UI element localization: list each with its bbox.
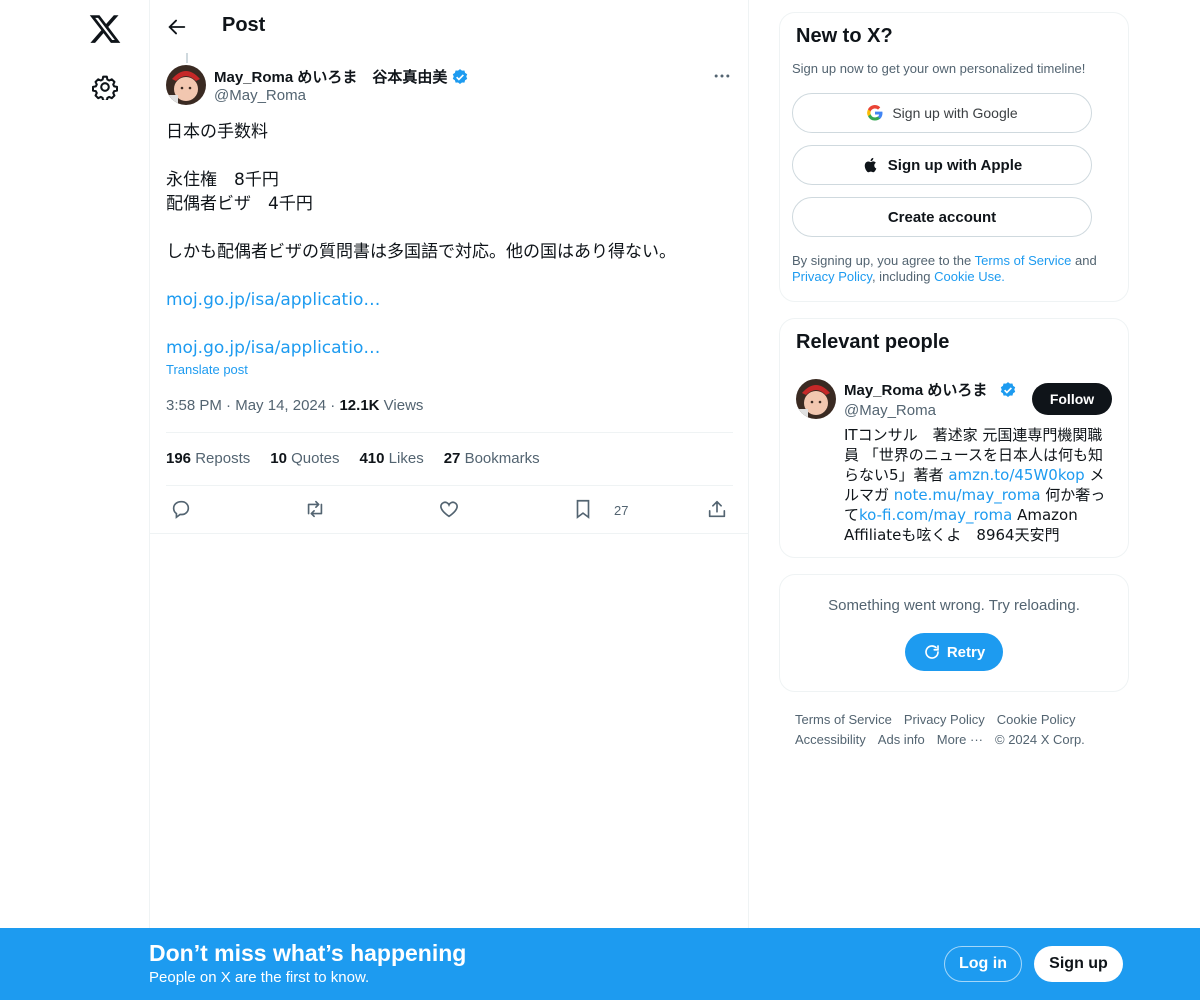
bio-link-note[interactable]: note.mu/may_roma (894, 486, 1041, 504)
likes-stat[interactable]: 410 Likes (359, 450, 423, 467)
post-line: しかも配偶者ビザの質問書は多国語で対応。他の国はあり得ない。 (166, 242, 676, 262)
relevant-people-card: Relevant people May_Roma めいろま @May_Roma … (779, 318, 1129, 558)
footer-terms[interactable]: Terms of Service (795, 710, 892, 730)
arrow-left-icon[interactable] (166, 16, 188, 38)
like-icon[interactable] (438, 498, 460, 520)
error-card: Something went wrong. Try reloading. Ret… (779, 574, 1129, 692)
footer-accessibility[interactable]: Accessibility (795, 730, 866, 750)
google-icon (867, 105, 883, 121)
privacy-link[interactable]: Privacy Policy (792, 269, 872, 284)
verified-badge-icon (1001, 381, 1016, 397)
reply-icon[interactable] (170, 498, 192, 520)
signup-card: New to X? Sign up now to get your own pe… (779, 12, 1129, 302)
divider (166, 485, 733, 486)
signup-title: New to X? (796, 25, 893, 47)
terms-link[interactable]: Terms of Service (975, 253, 1072, 268)
author-avatar[interactable] (166, 65, 206, 105)
banner-subtitle: People on X are the first to know. (149, 969, 370, 986)
create-account-button[interactable]: Create account (792, 197, 1092, 237)
relevant-people-title: Relevant people (796, 331, 950, 353)
thread-line (186, 53, 188, 63)
avatar[interactable] (796, 379, 836, 419)
post-link-1[interactable]: moj.go.jp/isa/applicatio… (166, 288, 380, 312)
signup-legal-text: By signing up, you agree to the Terms of… (792, 253, 1097, 284)
bookmarks-stat[interactable]: 27 Bookmarks (444, 450, 540, 467)
post-time[interactable]: 3:58 PM (166, 397, 222, 414)
views-count: 12.1K (339, 397, 380, 414)
relevant-person-name[interactable]: May_Roma めいろま (844, 379, 1017, 400)
x-logo-icon[interactable] (88, 12, 122, 46)
bookmark-icon[interactable] (572, 498, 594, 520)
post-text: 日本の手数料 永住権 8千円 配偶者ビザ 4千円 しかも配偶者ビザの質問書は多国… (166, 120, 736, 264)
author-name[interactable]: May_Roma めいろま 谷本真由美 (214, 66, 469, 87)
cookie-link[interactable]: Cookie Use. (934, 269, 1005, 284)
author-handle[interactable]: @May_Roma (214, 87, 306, 104)
post-meta: 3:58 PM · May 14, 2024 · 12.1K Views (166, 397, 424, 414)
post-link-2[interactable]: moj.go.jp/isa/applicatio… (166, 336, 380, 360)
divider (166, 432, 733, 433)
page-title: Post (222, 14, 266, 36)
relevant-person-handle[interactable]: @May_Roma (844, 402, 936, 419)
views-label: Views (383, 397, 424, 414)
post-actions: 27 (166, 496, 733, 524)
quotes-stat[interactable]: 10 Quotes (270, 450, 339, 467)
bookmark-count: 27 (614, 503, 629, 518)
error-message: Something went wrong. Try reloading. (828, 597, 1080, 614)
apple-icon (864, 157, 877, 173)
login-banner: Don’t miss what’s happening People on X … (0, 928, 1200, 1000)
footer-copyright: © 2024 X Corp. (995, 732, 1085, 747)
footer-cookie[interactable]: Cookie Policy (997, 710, 1076, 730)
retry-button[interactable]: Retry (905, 633, 1003, 671)
signup-button[interactable]: Sign up (1034, 946, 1123, 982)
footer-links: Terms of Service Privacy Policy Cookie Pol… (795, 710, 1125, 750)
translate-post-link[interactable]: Translate post (166, 362, 248, 377)
verified-badge-icon (453, 68, 468, 84)
left-nav (70, 0, 150, 1000)
gear-icon[interactable] (92, 74, 118, 100)
main-column: Post May_Roma めいろま 谷本真由美 @May_Roma 日本の手数… (149, 0, 749, 1000)
relevant-person-bio: ITコンサル 著述家 元国連専門機関職員 「世界のニュースを日本人は何も知らない… (844, 426, 1106, 544)
share-icon[interactable] (706, 498, 728, 520)
bio-link-kofi[interactable]: ko-fi.com/may_roma (859, 506, 1012, 524)
post-line (166, 216, 736, 240)
post-stats: 196 Reposts 10 Quotes 410 Likes 27 Bookm… (166, 450, 560, 467)
footer-more[interactable]: More ··· (937, 730, 983, 750)
google-signup-button[interactable]: Sign up with Google (792, 93, 1092, 133)
bio-link-amazon[interactable]: amzn.to/45W0kop (948, 466, 1084, 484)
divider (150, 533, 749, 534)
post-line: 日本の手数料 (166, 122, 268, 142)
footer-privacy[interactable]: Privacy Policy (904, 710, 985, 730)
post-date[interactable]: May 14, 2024 (235, 397, 326, 414)
repost-icon[interactable] (304, 498, 326, 520)
post-line (166, 144, 736, 168)
more-options-icon[interactable] (712, 66, 732, 86)
login-button[interactable]: Log in (944, 946, 1022, 982)
banner-title: Don’t miss what’s happening (149, 940, 467, 966)
footer-ads[interactable]: Ads info (878, 730, 925, 750)
apple-signup-button[interactable]: Sign up with Apple (792, 145, 1092, 185)
post-line: 配偶者ビザ 4千円 (166, 194, 313, 214)
follow-button[interactable]: Follow (1032, 383, 1112, 415)
signup-subtitle: Sign up now to get your own personalized… (792, 61, 1086, 76)
post-line: 永住権 8千円 (166, 170, 279, 190)
refresh-icon (925, 645, 939, 659)
reposts-stat[interactable]: 196 Reposts (166, 450, 250, 467)
top-bar: Post (150, 0, 749, 53)
